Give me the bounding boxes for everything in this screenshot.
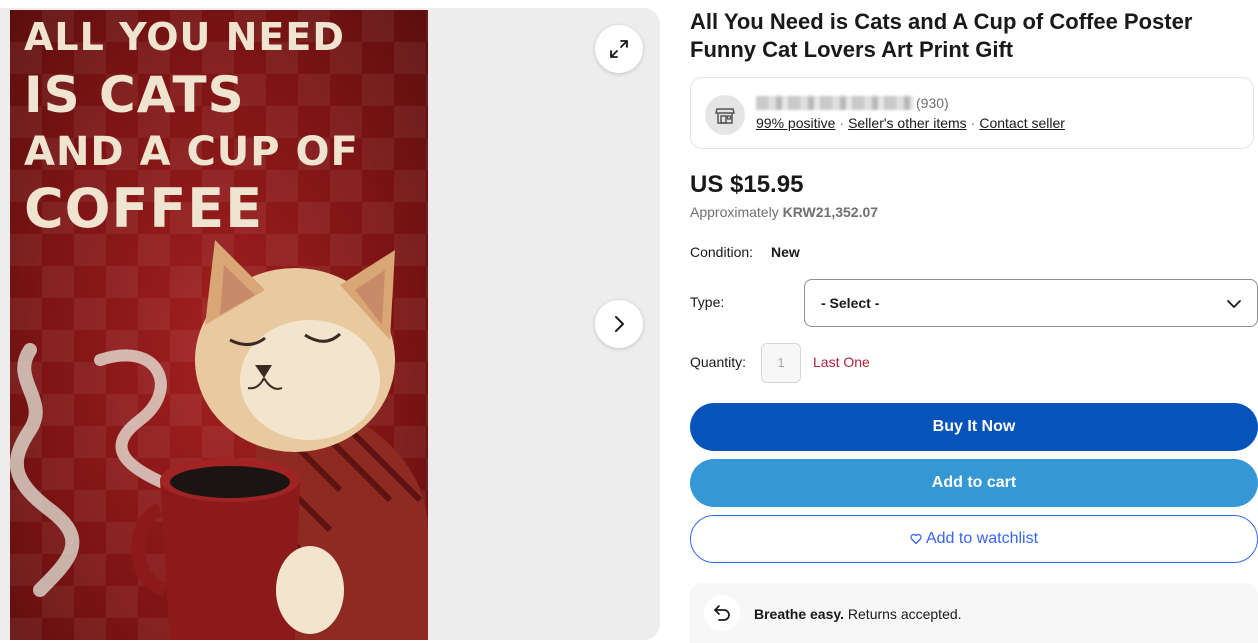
type-label: Type: xyxy=(690,294,725,310)
poster-line: Coffee xyxy=(24,177,264,240)
seller-card: (930) 99% positive · Seller's other items ·… xyxy=(690,77,1254,149)
quantity-input[interactable]: 1 xyxy=(761,343,801,383)
type-selected-value: - Select - xyxy=(821,295,880,311)
poster-headline: All You Need is Cats and A Cup of Coffee xyxy=(24,18,359,236)
item-price: US $15.95 xyxy=(690,171,804,198)
add-to-watchlist-button[interactable]: Add to watchlist xyxy=(690,515,1258,563)
poster-line: is Cats xyxy=(24,66,245,124)
poster-line: All You Need xyxy=(24,15,345,59)
cat-with-coffee-illustration xyxy=(10,240,428,640)
approx-price: Approximately KRW21,352.07 xyxy=(690,204,878,220)
contact-seller-link[interactable]: Contact seller xyxy=(979,115,1065,131)
returns-bold: Breathe easy. xyxy=(754,606,845,622)
store-icon-glyph xyxy=(715,108,735,124)
returns-text: Breathe easy. Returns accepted. xyxy=(754,606,962,622)
chevron-right-icon xyxy=(615,316,624,332)
seller-feedback-count: (930) xyxy=(916,95,949,111)
heart-icon-glyph xyxy=(910,533,922,545)
heart-icon xyxy=(910,533,922,545)
poster-line: and A Cup of xyxy=(24,129,359,175)
watchlist-label: Add to watchlist xyxy=(925,530,1039,547)
type-select[interactable]: - Select - xyxy=(804,279,1258,327)
separator: · xyxy=(970,115,976,131)
returns-detail: Returns accepted. xyxy=(844,606,962,622)
seller-name-redacted[interactable] xyxy=(756,96,914,110)
returns-banner: Breathe easy. Returns accepted. xyxy=(690,583,1258,643)
chevron-down-icon xyxy=(1227,300,1241,308)
add-to-cart-button[interactable]: Add to cart xyxy=(690,459,1258,507)
next-image-button[interactable] xyxy=(595,300,643,348)
image-gallery: All You Need is Cats and A Cup of Coffee xyxy=(0,8,660,640)
seller-links: 99% positive · Seller's other items · Contac… xyxy=(756,115,1065,131)
return-arrow-icon-glyph xyxy=(714,605,730,621)
condition-value: New xyxy=(771,244,800,260)
approx-prefix: Approximately xyxy=(690,204,779,220)
return-arrow-icon xyxy=(704,595,740,631)
expand-image-button[interactable] xyxy=(595,25,643,73)
store-icon[interactable] xyxy=(705,95,745,135)
approx-value: KRW21,352.07 xyxy=(782,204,879,220)
seller-other-items-link[interactable]: Seller's other items xyxy=(848,115,967,131)
product-image[interactable]: All You Need is Cats and A Cup of Coffee xyxy=(10,10,428,640)
quantity-label: Quantity: xyxy=(690,354,747,370)
product-title: All You Need is Cats and A Cup of Coffee… xyxy=(690,9,1193,62)
quantity-availability: Last One xyxy=(813,354,870,370)
buy-it-now-button[interactable]: Buy It Now xyxy=(690,403,1258,451)
expand-arrows-icon xyxy=(610,40,628,58)
condition-label: Condition: xyxy=(690,244,754,260)
separator: · xyxy=(839,115,845,131)
positive-feedback-link[interactable]: 99% positive xyxy=(756,115,835,131)
